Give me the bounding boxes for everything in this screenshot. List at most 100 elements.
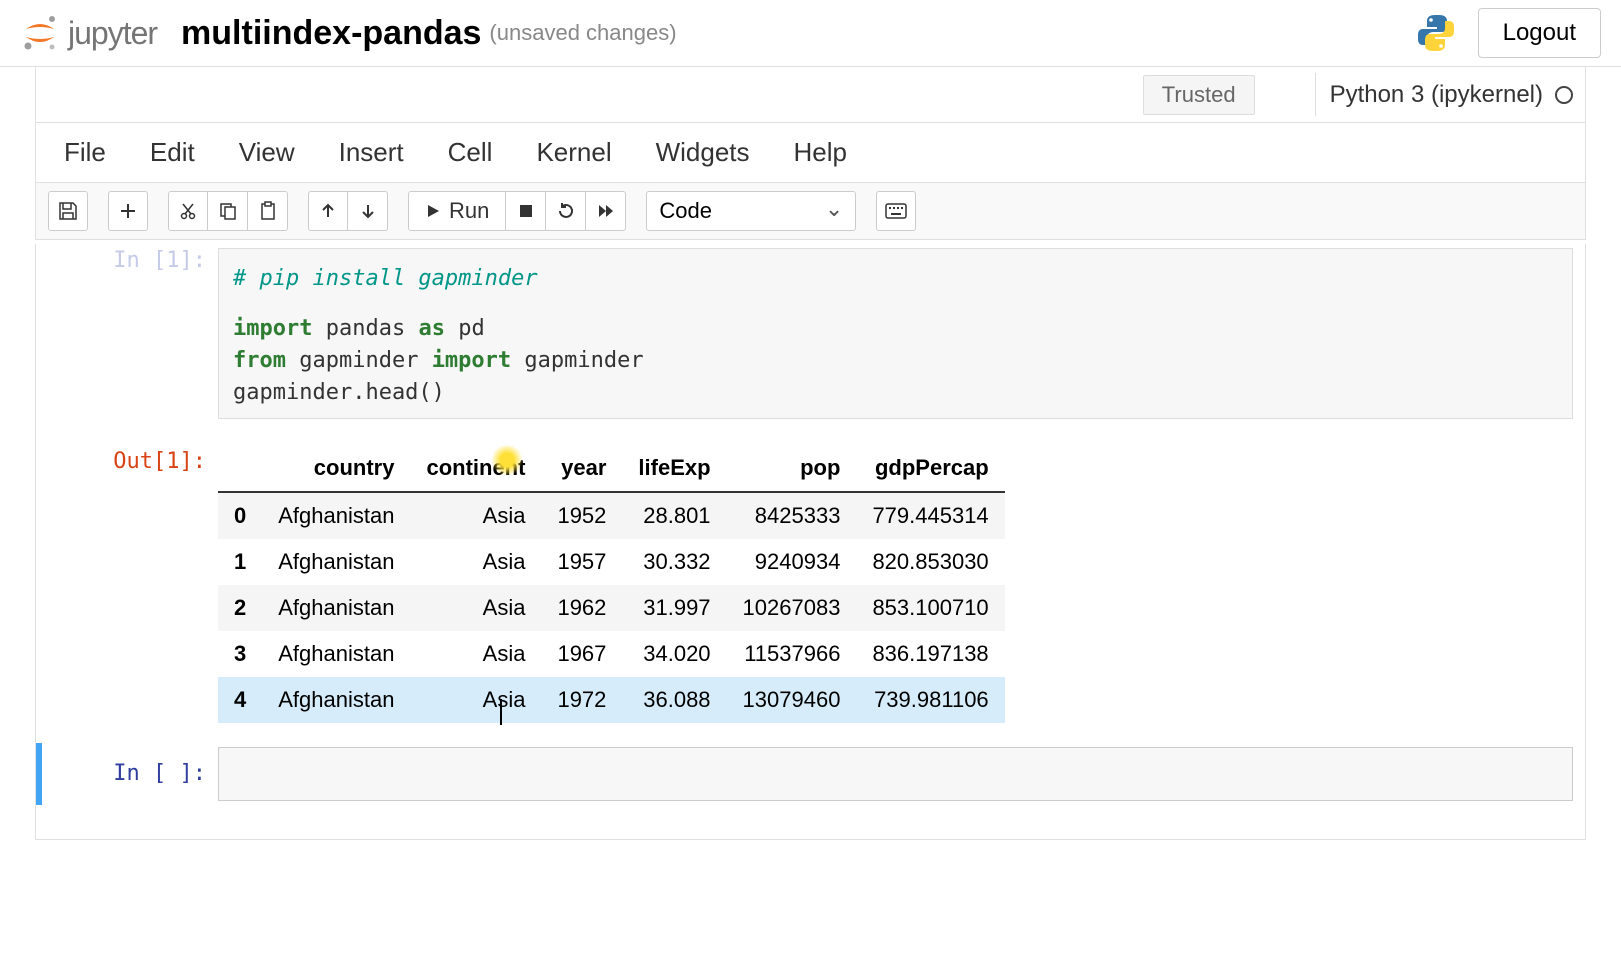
notebook-header: jupyter multiindex-pandas (unsaved chang… — [0, 0, 1621, 67]
table-row: 0AfghanistanAsia195228.8018425333779.445… — [218, 492, 1005, 539]
kernel-bar: Trusted Python 3 (ipykernel) — [35, 67, 1586, 123]
move-down-button[interactable] — [348, 191, 388, 231]
notebook-area: In [1]: # pip install gapminder import p… — [35, 244, 1586, 840]
menu-kernel[interactable]: Kernel — [536, 137, 611, 168]
text-cursor — [500, 699, 502, 725]
menu-help[interactable]: Help — [794, 137, 847, 168]
cell: Asia — [410, 539, 541, 585]
table-row: 3AfghanistanAsia196734.02011537966836.19… — [218, 631, 1005, 677]
keyboard-icon — [885, 203, 907, 219]
save-icon — [58, 201, 78, 221]
dataframe-output: countrycontinentyearlifeExppopgdpPercap … — [218, 445, 1005, 723]
cell: 13079460 — [727, 677, 857, 723]
paste-icon — [258, 201, 278, 221]
python-icon — [1414, 11, 1458, 55]
cell: 31.997 — [622, 585, 726, 631]
df-col-year: year — [541, 445, 622, 492]
table-row: 2AfghanistanAsia196231.99710267083853.10… — [218, 585, 1005, 631]
cell: 36.088 — [622, 677, 726, 723]
cell: Asia — [410, 492, 541, 539]
menu-edit[interactable]: Edit — [150, 137, 195, 168]
copy-icon — [218, 201, 238, 221]
cell: 1962 — [541, 585, 622, 631]
paste-button[interactable] — [248, 191, 288, 231]
menu-widgets[interactable]: Widgets — [656, 137, 750, 168]
row-index: 2 — [218, 585, 262, 631]
unsaved-indicator: (unsaved changes) — [489, 20, 676, 46]
table-row: 4AfghanistanAsia197236.08813079460739.98… — [218, 677, 1005, 723]
menu-file[interactable]: File — [64, 137, 106, 168]
cell: Afghanistan — [262, 585, 410, 631]
output-cell-1: Out[1]: countrycontinentyearlifeExppopgd… — [36, 427, 1585, 727]
cell: 11537966 — [727, 631, 857, 677]
df-col-gdpPercap: gdpPercap — [856, 445, 1004, 492]
code-input-2[interactable] — [218, 747, 1573, 801]
in-prompt-2: In [ ]: — [48, 747, 218, 801]
code-input-1[interactable]: # pip install gapminder import pandas as… — [218, 248, 1573, 419]
df-col-pop: pop — [727, 445, 857, 492]
cell: 30.332 — [622, 539, 726, 585]
restart-run-all-button[interactable] — [586, 191, 626, 231]
menubar: File Edit View Insert Cell Kernel Widget… — [35, 123, 1586, 183]
code-cell-2[interactable]: In [ ]: — [36, 743, 1585, 805]
jupyter-icon — [20, 13, 60, 53]
cell: Afghanistan — [262, 492, 410, 539]
row-index: 3 — [218, 631, 262, 677]
kernel-name[interactable]: Python 3 (ipykernel) — [1330, 81, 1543, 109]
interrupt-button[interactable] — [506, 191, 546, 231]
df-index-header — [218, 445, 262, 492]
menu-view[interactable]: View — [239, 137, 295, 168]
cell: 34.020 — [622, 631, 726, 677]
command-palette-button[interactable] — [876, 191, 916, 231]
cell: Afghanistan — [262, 677, 410, 723]
jupyter-logo[interactable]: jupyter — [20, 13, 157, 53]
save-button[interactable] — [48, 191, 88, 231]
restart-button[interactable] — [546, 191, 586, 231]
menu-cell[interactable]: Cell — [448, 137, 493, 168]
cell: 739.981106 — [856, 677, 1004, 723]
cell-type-value: Code — [659, 198, 712, 224]
cell: 820.853030 — [856, 539, 1004, 585]
cell: 9240934 — [727, 539, 857, 585]
cell: 853.100710 — [856, 585, 1004, 631]
table-row: 1AfghanistanAsia195730.3329240934820.853… — [218, 539, 1005, 585]
cell-type-select[interactable]: Code — [646, 191, 856, 231]
plus-icon — [118, 201, 138, 221]
row-index: 4 — [218, 677, 262, 723]
logout-button[interactable]: Logout — [1478, 8, 1601, 58]
jupyter-text: jupyter — [68, 15, 157, 52]
play-icon — [425, 203, 441, 219]
row-index: 0 — [218, 492, 262, 539]
trusted-badge[interactable]: Trusted — [1143, 75, 1255, 115]
menu-insert[interactable]: Insert — [339, 137, 404, 168]
cell: 10267083 — [727, 585, 857, 631]
toolbar: Run Code — [35, 183, 1586, 240]
cell: 836.197138 — [856, 631, 1004, 677]
arrow-up-icon — [318, 201, 338, 221]
cell: Asia — [410, 585, 541, 631]
code-cell-1[interactable]: In [1]: # pip install gapminder import p… — [36, 244, 1585, 423]
out-prompt-1: Out[1]: — [48, 431, 218, 723]
move-up-button[interactable] — [308, 191, 348, 231]
kernel-indicator — [1555, 86, 1573, 104]
df-col-country: country — [262, 445, 410, 492]
row-index: 1 — [218, 539, 262, 585]
copy-button[interactable] — [208, 191, 248, 231]
df-col-lifeExp: lifeExp — [622, 445, 726, 492]
fast-forward-icon — [596, 201, 616, 221]
cut-button[interactable] — [168, 191, 208, 231]
cell: 1972 — [541, 677, 622, 723]
run-button[interactable]: Run — [408, 191, 506, 231]
restart-icon — [556, 201, 576, 221]
cell: Afghanistan — [262, 631, 410, 677]
df-col-continent: continent — [410, 445, 541, 492]
in-prompt-1: In [1]: — [48, 248, 218, 419]
cell: Asia — [410, 677, 541, 723]
cell: Afghanistan — [262, 539, 410, 585]
cell: 1967 — [541, 631, 622, 677]
notebook-name[interactable]: multiindex-pandas — [181, 14, 481, 53]
add-cell-button[interactable] — [108, 191, 148, 231]
cell: Asia — [410, 631, 541, 677]
arrow-down-icon — [358, 201, 378, 221]
cell: 779.445314 — [856, 492, 1004, 539]
